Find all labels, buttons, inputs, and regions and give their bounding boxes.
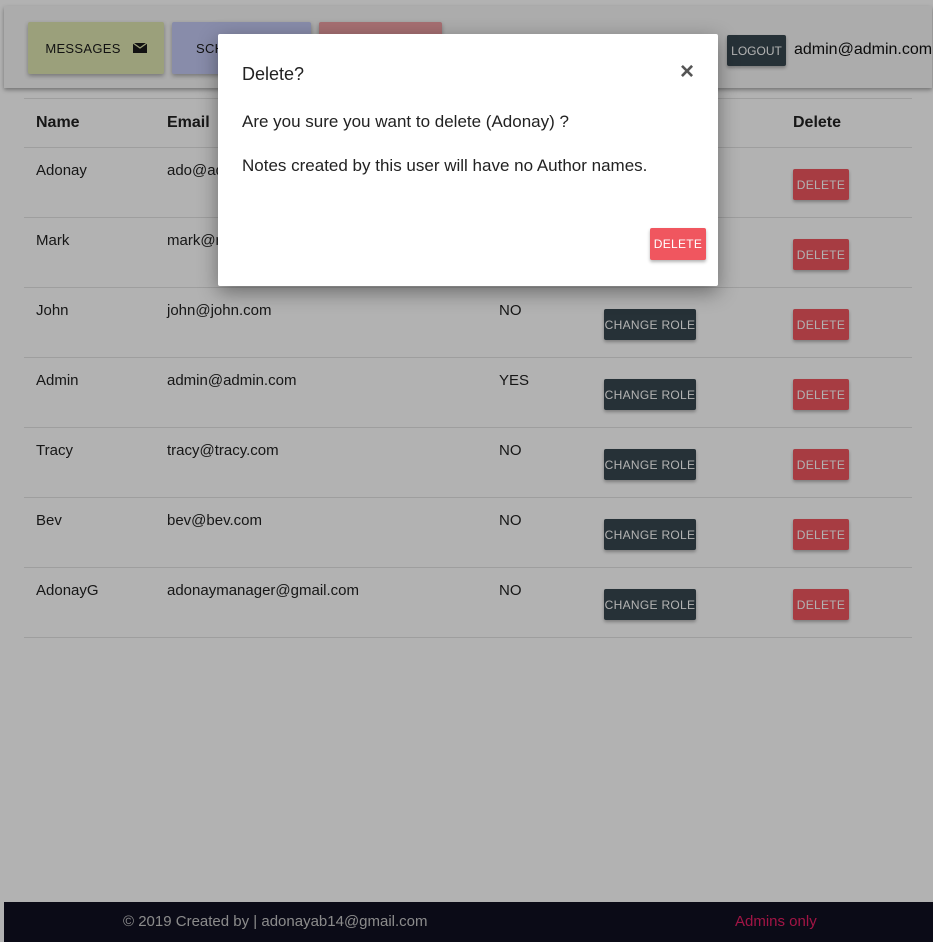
- modal-title: Delete?: [242, 64, 305, 84]
- delete-modal: Delete? × Are you sure you want to delet…: [218, 34, 718, 286]
- modal-delete-button[interactable]: DELETE: [650, 228, 706, 260]
- modal-message: Are you sure you want to delete (Adonay)…: [242, 112, 569, 131]
- modal-note: Notes created by this user will have no …: [242, 156, 648, 175]
- close-icon[interactable]: ×: [680, 58, 694, 86]
